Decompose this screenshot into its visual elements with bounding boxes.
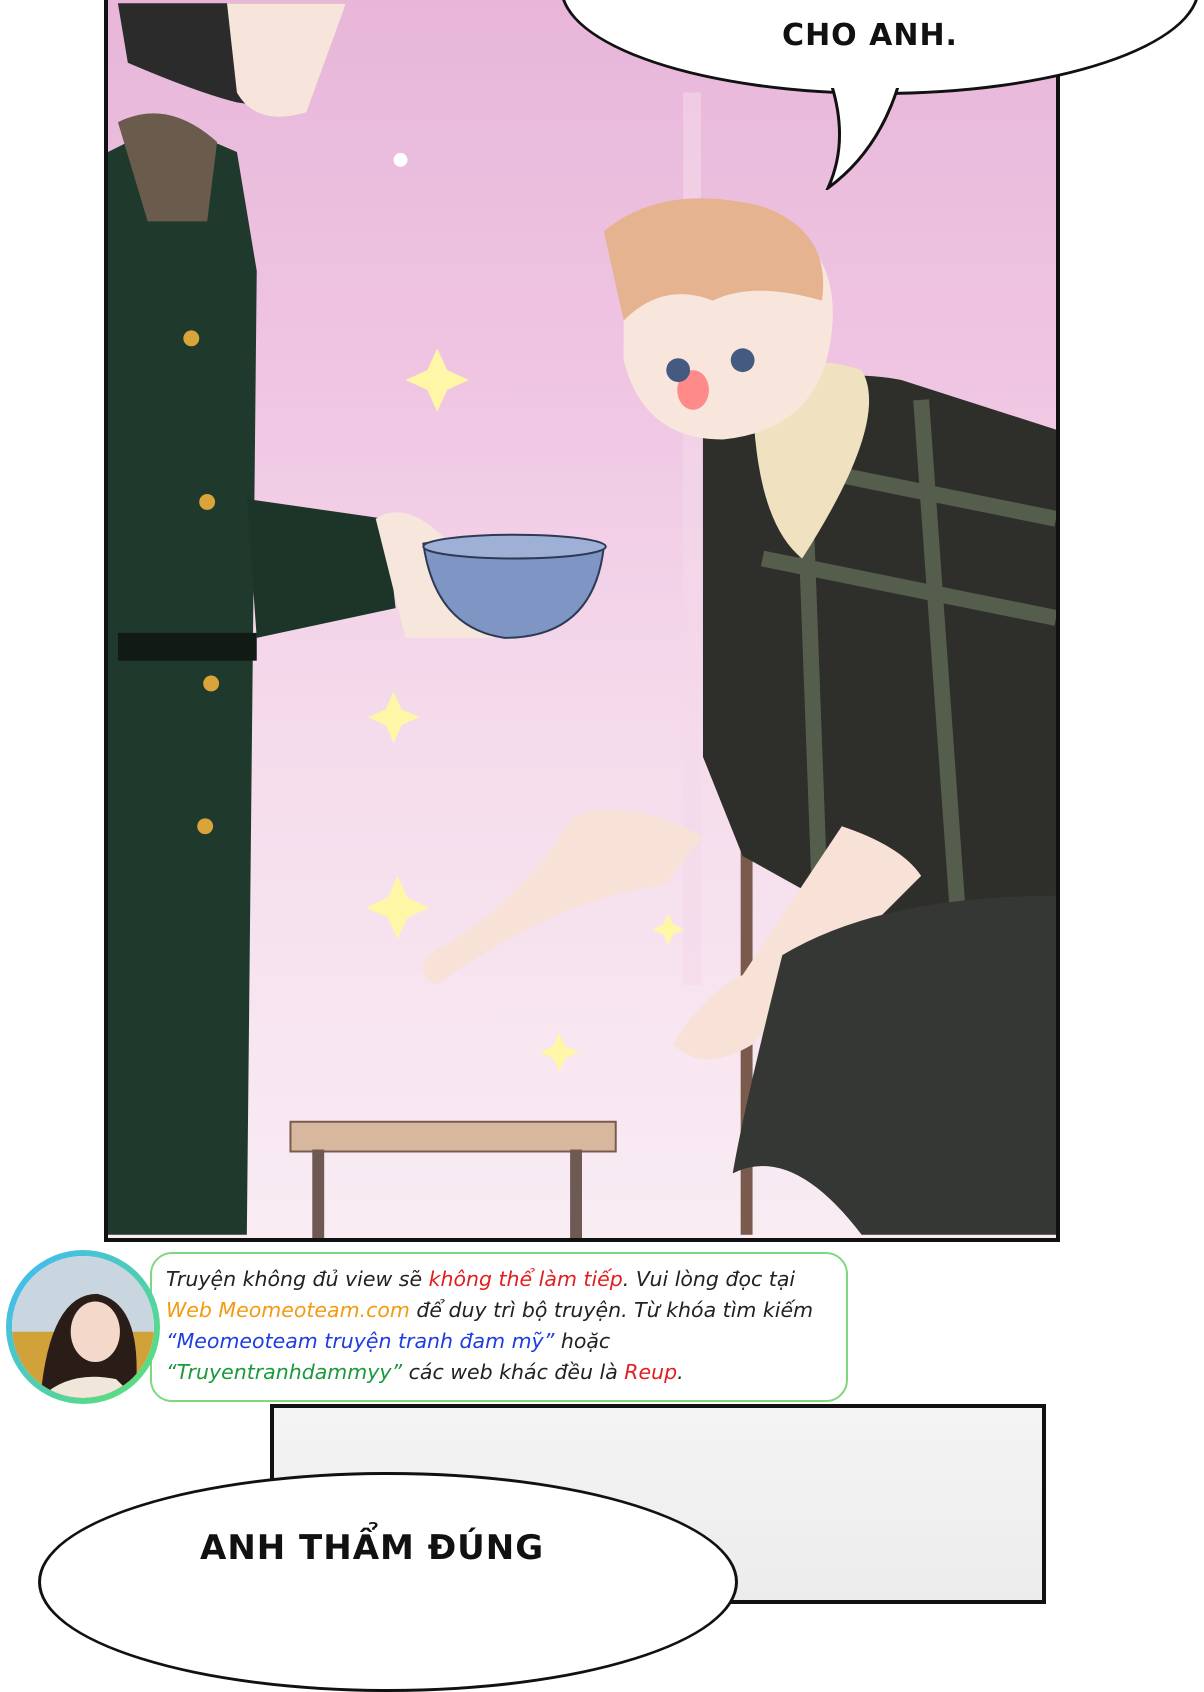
character-left xyxy=(108,3,495,1235)
notice-segment: để duy trì bộ truyện. Từ khóa tìm kiếm xyxy=(409,1298,814,1322)
notice-segment: các web khác đều là xyxy=(402,1360,625,1384)
sparkle xyxy=(539,1032,580,1073)
notice-segment: . Vui lòng đọc tại xyxy=(622,1267,796,1291)
avatar-image xyxy=(12,1256,154,1398)
speech-bubble-bottom-text: ANH THẨM ĐÚNG xyxy=(200,1528,545,1568)
manga-panel-top xyxy=(104,0,1060,1242)
character-right xyxy=(422,198,1056,1235)
notice-site-link[interactable]: Web Meomeoteam.com xyxy=(166,1298,410,1322)
notice-highlight-red: Reup xyxy=(624,1360,678,1384)
notice-segment: Truyện không đủ view sẽ xyxy=(166,1267,429,1291)
speech-bubble-top-text: CHO ANH. xyxy=(782,18,958,53)
notice-keyword-blue: “Meomeoteam truyện tranh đam mỹ” xyxy=(166,1329,555,1353)
light-dot xyxy=(393,152,408,167)
notice-keyword-green: “Truyentranhdammyy” xyxy=(166,1360,403,1384)
small-table xyxy=(289,1120,617,1238)
sparkle xyxy=(405,348,469,412)
notice-segment: hoặc xyxy=(554,1329,611,1353)
sparkle xyxy=(367,691,420,743)
notice-segment: . xyxy=(677,1360,684,1384)
sparkles xyxy=(365,348,685,1073)
notice-text: Truyện không đủ view sẽ không thể làm ti… xyxy=(166,1264,856,1388)
speech-bubble-bottom xyxy=(38,1472,738,1692)
speech-bubble-tail xyxy=(825,80,902,190)
avatar xyxy=(6,1250,160,1404)
panel-artwork xyxy=(108,3,1056,1238)
sparkle xyxy=(652,913,685,946)
sparkle xyxy=(365,875,430,940)
notice-highlight-red: không thể làm tiếp xyxy=(428,1267,623,1291)
